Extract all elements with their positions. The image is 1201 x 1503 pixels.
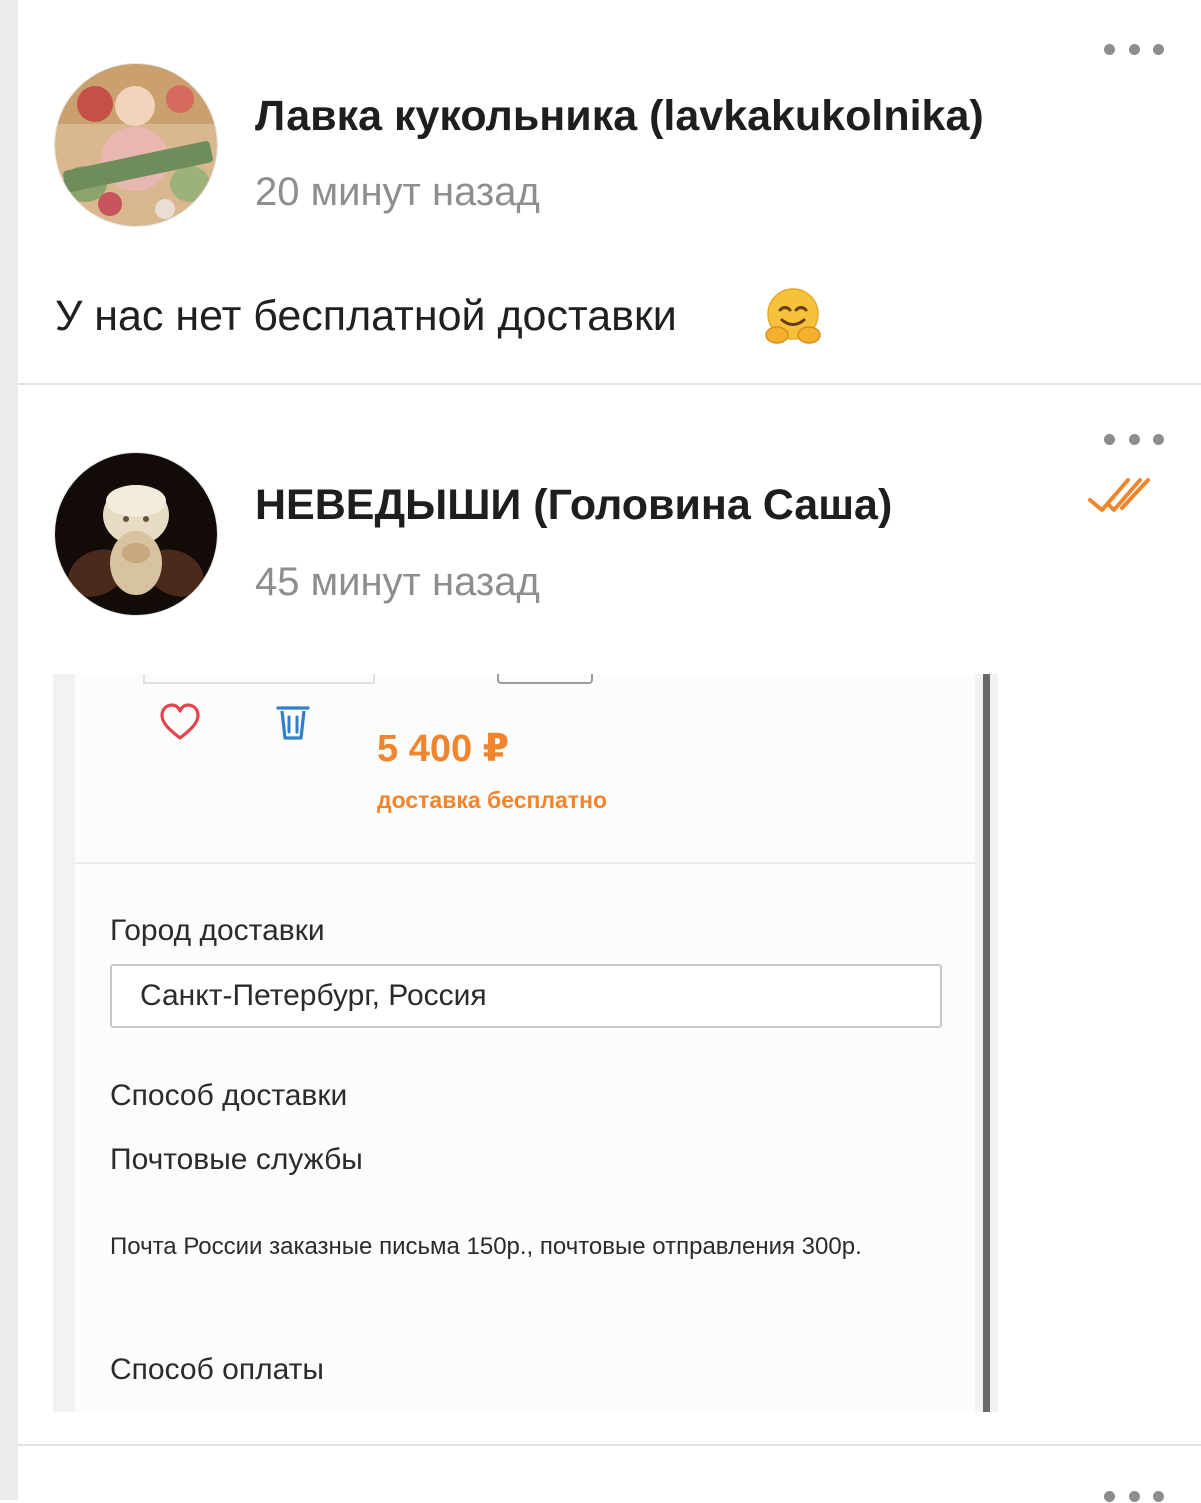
double-check-icon: [1088, 478, 1150, 512]
cropped-element-top: [143, 674, 375, 684]
delivery-method-value: Почтовые службы: [110, 1143, 363, 1176]
avatar[interactable]: [54, 452, 218, 616]
more-options-button[interactable]: [1104, 432, 1164, 446]
dot-icon: [1153, 433, 1164, 445]
dot-icon: [1153, 43, 1164, 55]
avatar[interactable]: [54, 63, 218, 227]
favorite-heart-icon[interactable]: [159, 703, 201, 741]
city-input[interactable]: Санкт-Петербург, Россия: [110, 964, 942, 1028]
comment-item: [18, 1445, 1201, 1503]
more-options-button[interactable]: [1104, 1489, 1164, 1503]
dot-icon: [1104, 433, 1115, 445]
dot-icon: [1104, 43, 1115, 55]
comment-feed: Лавка кукольника (lavkakukolnika) 20 мин…: [18, 0, 1201, 1503]
comment-time: 45 минут назад: [255, 560, 540, 604]
delete-trash-icon[interactable]: [275, 702, 311, 742]
cropped-button-top: [497, 674, 593, 684]
product-price: 5 400 ₽: [377, 728, 510, 770]
author-name[interactable]: НЕВЕДЫШИ (Головина Саша): [255, 481, 892, 530]
author-name[interactable]: Лавка кукольника (lavkakukolnika): [255, 92, 984, 141]
hugging-face-emoji-icon: [765, 288, 821, 344]
dot-icon: [1128, 433, 1140, 445]
product-order-panel: 5 400 ₽ доставка бесплатно Город доставк…: [75, 674, 975, 1412]
attached-screenshot[interactable]: 5 400 ₽ доставка бесплатно Город доставк…: [53, 674, 998, 1412]
comment-item: НЕВЕДЫШИ (Головина Саша) 45 минут назад …: [18, 384, 1201, 1444]
left-edge-strip: [0, 0, 18, 1500]
free-shipping-note: доставка бесплатно: [377, 787, 608, 813]
delivery-cost-note: Почта России заказные письма 150р., почт…: [110, 1233, 862, 1260]
section-divider: [75, 862, 975, 864]
city-label: Город доставки: [110, 914, 325, 947]
comment-time: 20 минут назад: [255, 170, 540, 214]
more-options-button[interactable]: [1104, 42, 1164, 56]
payment-method-label: Способ оплаты: [110, 1353, 324, 1386]
scrollbar: [983, 674, 990, 1412]
dot-icon: [1128, 43, 1140, 55]
delivery-method-label: Способ доставки: [110, 1079, 348, 1112]
comment-text: У нас нет бесплатной доставки: [55, 292, 677, 340]
city-input-value: Санкт-Петербург, Россия: [140, 979, 487, 1012]
comment-item: Лавка кукольника (lavkakukolnika) 20 мин…: [18, 0, 1201, 383]
